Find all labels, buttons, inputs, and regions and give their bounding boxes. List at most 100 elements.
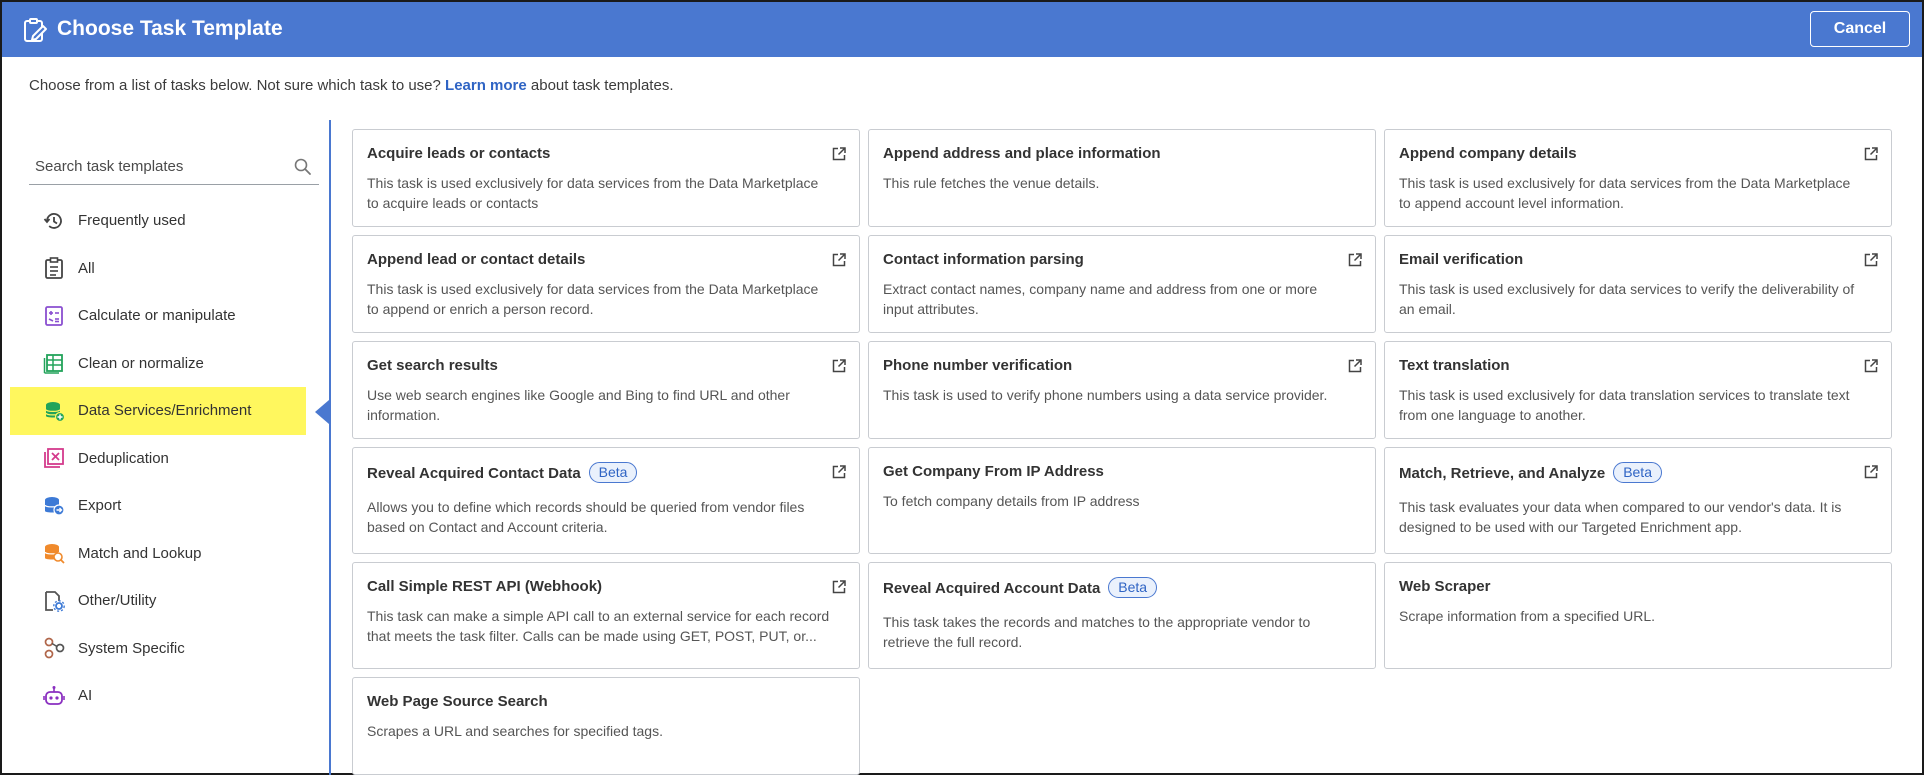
task-card[interactable]: Get Company From IP Address To fetch comp… (868, 447, 1376, 554)
dialog-title: Choose Task Template (57, 17, 283, 40)
external-link-icon[interactable] (831, 146, 847, 162)
task-card-title: Get Company From IP Address (883, 463, 1104, 480)
task-card-description: This rule fetches the venue details. (883, 175, 1100, 191)
external-link-icon[interactable] (1863, 358, 1879, 374)
file-gear-icon (43, 590, 65, 612)
category-system-specific[interactable]: System Specific (10, 625, 306, 673)
history-icon (43, 210, 65, 232)
category-calculate[interactable]: Calculate or manipulate (10, 292, 306, 340)
task-card[interactable]: Append company details This task is used … (1384, 129, 1892, 227)
search-box (29, 151, 319, 185)
category-clean[interactable]: Clean or normalize (10, 340, 306, 388)
database-plus-icon (43, 400, 65, 422)
category-label: AI (78, 687, 93, 705)
task-card[interactable]: Contact information parsing Extract conta… (868, 235, 1376, 333)
task-card-description: Extract contact names, company name and … (883, 281, 1318, 317)
system-nodes-icon (43, 637, 65, 659)
task-card[interactable]: Append address and place information This… (868, 129, 1376, 227)
external-link-icon[interactable] (831, 579, 847, 595)
task-card-title: Get search results (367, 357, 498, 374)
task-card-title: Append address and place information (883, 145, 1161, 162)
task-card-description: This task can make a simple API call to … (367, 608, 830, 644)
task-card-description: This task is used exclusively for data t… (1399, 387, 1850, 423)
category-all[interactable]: All (10, 245, 306, 293)
task-card[interactable]: Text translation This task is used exclus… (1384, 341, 1892, 439)
category-data-services[interactable]: Data Services/Enrichment (10, 387, 306, 435)
category-frequently-used[interactable]: Frequently used (10, 197, 306, 245)
task-card-description: This task is used to verify phone number… (883, 387, 1328, 403)
task-card-description: Use web search engines like Google and B… (367, 387, 790, 423)
intro-before: Choose from a list of tasks below. Not s… (29, 77, 441, 94)
category-label: Other/Utility (78, 592, 157, 610)
beta-badge: Beta (588, 462, 638, 483)
task-card[interactable]: Append lead or contact details This task … (352, 235, 860, 333)
task-template-grid: Acquire leads or contacts This task is us… (352, 129, 1892, 775)
task-card[interactable]: Acquire leads or contacts This task is us… (352, 129, 860, 227)
external-link-icon[interactable] (1863, 464, 1879, 480)
category-label: System Specific (78, 639, 185, 657)
search-input[interactable] (29, 151, 279, 181)
task-card-description: To fetch company details from IP address (883, 493, 1140, 509)
external-link-icon[interactable] (1863, 146, 1879, 162)
task-card[interactable]: Phone number verification This task is us… (868, 341, 1376, 439)
task-card-title: Reveal Acquired Account Data (883, 580, 1101, 597)
task-card-title: Web Page Source Search (367, 693, 548, 710)
task-card-title: Phone number verification (883, 357, 1073, 374)
external-link-icon[interactable] (831, 464, 847, 480)
external-link-icon[interactable] (1347, 252, 1363, 268)
category-label: Export (78, 497, 122, 515)
category-other-utility[interactable]: Other/Utility (10, 577, 306, 625)
task-card-title: Text translation (1399, 357, 1510, 374)
task-card-description: Allows you to define which records shoul… (367, 499, 805, 535)
search-icon[interactable] (293, 157, 313, 177)
task-card[interactable]: Web Page Source Search Scrapes a URL and … (352, 677, 860, 775)
panel-divider (329, 120, 331, 775)
beta-badge: Beta (1613, 462, 1662, 483)
clipboard-edit-icon (24, 18, 47, 42)
task-card[interactable]: Reveal Acquired Account Data Beta This tas… (868, 562, 1376, 669)
task-card-description: Scrapes a URL and searches for specified… (367, 723, 663, 739)
intro-after: about task templates. (530, 77, 674, 94)
category-match-lookup[interactable]: Match and Lookup (10, 530, 306, 578)
cancel-button[interactable]: Cancel (1810, 11, 1910, 47)
task-card-description: This task evaluates your data when compa… (1399, 499, 1842, 535)
category-deduplication[interactable]: Deduplication (10, 435, 306, 483)
task-card-description: This task is used exclusively for data s… (367, 175, 819, 211)
external-link-icon[interactable] (831, 358, 847, 374)
category-export[interactable]: Export (10, 482, 306, 530)
task-card[interactable]: Get search results Use web search engines… (352, 341, 860, 439)
intro-text: Choose from a list of tasks below. Not s… (29, 77, 674, 94)
category-label: Deduplication (78, 449, 169, 467)
task-card-description: This task is used exclusively for data s… (367, 281, 819, 317)
external-link-icon[interactable] (1347, 358, 1363, 374)
task-card[interactable]: Call Simple REST API (Webhook) This task … (352, 562, 860, 669)
task-card-title: Reveal Acquired Contact Data (367, 465, 581, 482)
task-card-title: Email verification (1399, 251, 1524, 268)
robot-icon (43, 685, 65, 707)
task-card-title: Append lead or contact details (367, 251, 586, 268)
calculator-icon (43, 305, 65, 327)
task-card[interactable]: Reveal Acquired Contact Data Beta Allows y… (352, 447, 860, 554)
external-link-icon[interactable] (831, 252, 847, 268)
category-ai[interactable]: AI (10, 672, 306, 720)
category-list: Frequently used All Calculate or manipul… (10, 197, 306, 720)
beta-badge: Beta (1108, 577, 1158, 598)
task-card-title: Append company details (1399, 145, 1577, 162)
clean-table-icon (43, 352, 65, 374)
export-database-icon (43, 495, 65, 517)
category-label: Data Services/Enrichment (78, 402, 252, 420)
database-search-icon (43, 542, 65, 564)
task-card-title: Contact information parsing (883, 251, 1084, 268)
category-label: All (78, 259, 95, 277)
category-label: Match and Lookup (78, 544, 202, 562)
dialog: Choose Task Template Cancel Choose from … (0, 0, 1924, 775)
task-card-description: This task is used exclusively for data s… (1399, 281, 1855, 317)
task-card-description: Scrape information from a specified URL. (1399, 608, 1655, 624)
task-card-title: Match, Retrieve, and Analyze (1399, 465, 1606, 482)
task-card[interactable]: Match, Retrieve, and Analyze Beta This tas… (1384, 447, 1892, 554)
task-card[interactable]: Email verification This task is used excl… (1384, 235, 1892, 333)
learn-more-link[interactable]: Learn more (445, 77, 527, 94)
task-card[interactable]: Web Scraper Scrape information from a spe… (1384, 562, 1892, 669)
task-card-title: Acquire leads or contacts (367, 145, 551, 162)
external-link-icon[interactable] (1863, 252, 1879, 268)
